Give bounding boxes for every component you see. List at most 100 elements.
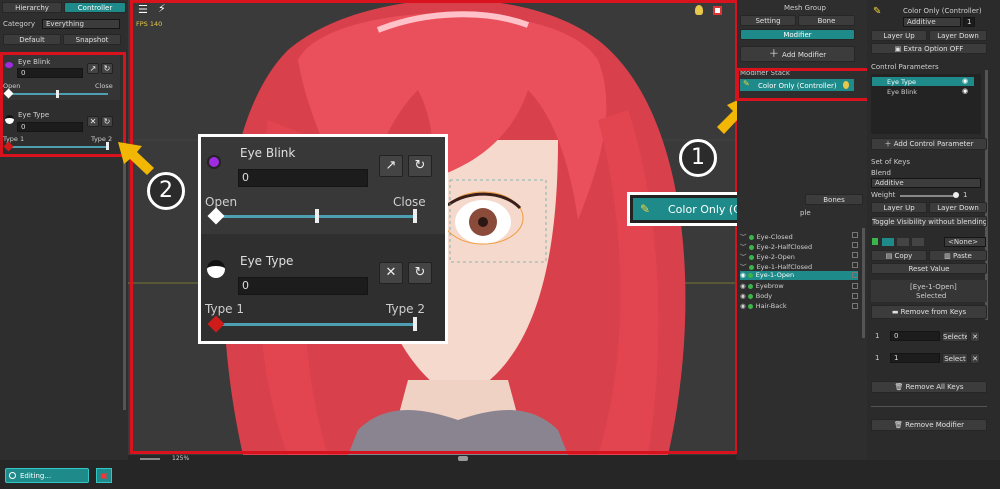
trash-icon: 🗑: [894, 383, 906, 391]
eye-visibility-icon[interactable]: ◉: [740, 302, 748, 310]
callout-eye-blink-value[interactable]: 0: [238, 169, 368, 187]
blend-mode-select[interactable]: Additive: [903, 17, 961, 27]
horizontal-scrollbar[interactable]: [458, 456, 468, 461]
none-select[interactable]: <None>: [944, 237, 986, 247]
tree-row-2[interactable]: ︶ Eye-2-Open: [740, 251, 858, 261]
mesh-group-title: Mesh Group: [784, 4, 826, 12]
callout-eye-type-value[interactable]: 0: [238, 277, 368, 295]
editing-button[interactable]: Editing...: [5, 468, 89, 483]
weight-label: Weight: [871, 191, 896, 199]
eye-visibility-icon[interactable]: ◉: [740, 271, 748, 279]
bone-label: Bone: [817, 17, 836, 25]
extra-option-label: Extra Option OFF: [903, 45, 964, 53]
blend-select[interactable]: Additive: [871, 178, 981, 188]
eye-visibility-icon[interactable]: ︶: [740, 263, 749, 271]
callout-eye-type-max: Type 2: [386, 302, 426, 316]
callout-eye-type-name: Eye Type: [240, 254, 294, 268]
mid-scrollbar[interactable]: [862, 228, 865, 338]
copy-button[interactable]: ▤ Copy: [871, 250, 927, 261]
plus-icon: ＋: [768, 49, 783, 60]
tree-row-1[interactable]: ︶ Eye-2-HalfClosed: [740, 241, 858, 251]
modifier-button[interactable]: Modifier: [740, 29, 855, 40]
reset-value-button[interactable]: Reset Value: [871, 263, 987, 274]
callout-eye-blink-handle-mid[interactable]: [315, 209, 319, 223]
tree-row-7[interactable]: ◉ Hair-Back: [740, 302, 858, 311]
tree-label: Eye-2-Open: [756, 253, 795, 261]
key-row2-value[interactable]: 1: [890, 353, 940, 363]
key-row2-select-button[interactable]: Select: [942, 353, 968, 364]
eye-visibility-icon[interactable]: ︶: [740, 253, 749, 261]
remove-all-keys-button[interactable]: 🗑 Remove All Keys: [871, 381, 987, 393]
add-modifier-button[interactable]: ＋ Add Modifier: [740, 46, 855, 62]
set-of-keys-label: Set of Keys: [871, 158, 911, 166]
paste-label: Paste: [952, 252, 972, 260]
blend-number[interactable]: 1: [963, 17, 975, 27]
key-row2-close-icon[interactable]: ✕: [970, 353, 980, 364]
bone-button[interactable]: Bone: [798, 15, 855, 26]
mode-toggle-2[interactable]: [897, 238, 909, 246]
mode-toggle-1[interactable]: [882, 238, 894, 246]
callout-eye-blink-handle-end[interactable]: [413, 209, 417, 223]
key-row1-value[interactable]: 0: [890, 331, 940, 341]
add-control-param-label: Add Control Parameter: [893, 140, 974, 148]
category-select[interactable]: Everything: [42, 19, 120, 29]
layer-down-button[interactable]: Layer Down: [929, 30, 987, 41]
tree-label: Eyebrow: [755, 282, 784, 290]
bones-tab[interactable]: Bones: [805, 194, 863, 205]
modifier-label: Modifier: [783, 31, 812, 39]
record-icon: [9, 472, 16, 479]
remove-from-keys-button[interactable]: ▬ Remove from Keys: [871, 305, 987, 319]
callout-eye-blink-reset-icon[interactable]: ↻: [408, 155, 432, 177]
tree-label: Eye-1-Open: [755, 271, 795, 279]
tree-row-4[interactable]: ◉ Eye-1-Open: [740, 271, 858, 280]
layer-down-keys-button[interactable]: Layer Down: [929, 202, 987, 213]
add-control-param-button[interactable]: ＋ Add Control Parameter: [871, 138, 987, 150]
color-swatch[interactable]: [872, 238, 878, 245]
snapshot-button[interactable]: Snapshot: [63, 34, 121, 45]
callout-eye-blink-name: Eye Blink: [240, 146, 296, 160]
tree-row-3[interactable]: ︶ Eye-1-HalfClosed: [740, 261, 858, 271]
param-eye-blink-visibility-icon[interactable]: ◉: [962, 87, 968, 95]
tab-hierarchy[interactable]: Hierarchy: [2, 2, 62, 13]
default-button[interactable]: Default: [3, 34, 61, 45]
zoom-slider[interactable]: [140, 458, 160, 460]
callout-eye-type-icon: [207, 260, 225, 278]
layer-up-button[interactable]: Layer Up: [871, 30, 927, 41]
eye-visibility-icon[interactable]: ◉: [740, 292, 748, 300]
arrow-2-icon: [118, 142, 154, 175]
key-row1-select-button[interactable]: Selecte: [942, 331, 968, 342]
eye-visibility-icon[interactable]: ︶: [740, 233, 749, 241]
weight-slider[interactable]: [900, 195, 955, 197]
callout-eye-type-reset-icon[interactable]: ↻: [408, 262, 432, 284]
selected-key-label: Selected: [916, 292, 947, 300]
eye-visibility-icon[interactable]: ︶: [740, 243, 749, 251]
tree-label: Eye-Closed: [756, 233, 793, 241]
param-eye-type-visibility-icon[interactable]: ◉: [962, 77, 968, 85]
tree-row-6[interactable]: ◉ Body: [740, 292, 858, 301]
param-label-eye-type: Eye Type: [887, 78, 916, 86]
setting-button[interactable]: Setting: [740, 15, 796, 26]
tree-row-5[interactable]: ◉ Eyebrow: [740, 282, 858, 291]
layer-up-keys-button[interactable]: Layer Up: [871, 202, 927, 213]
paste-button[interactable]: ▥ Paste: [929, 250, 987, 261]
tab-controller[interactable]: Controller: [64, 2, 126, 13]
remove-modifier-button[interactable]: 🗑 Remove Modifier: [871, 419, 987, 431]
lock-icon[interactable]: ▣: [96, 468, 112, 483]
callout-eye-type-slider[interactable]: [216, 323, 416, 326]
key-row1-close-icon[interactable]: ✕: [970, 331, 980, 342]
eye-visibility-icon[interactable]: ◉: [740, 282, 748, 290]
modifier-title-icon: ✎: [873, 6, 882, 17]
callout-eye-type-handle[interactable]: [413, 317, 417, 331]
weight-slider-knob[interactable]: [953, 192, 959, 198]
editing-label: Editing...: [20, 472, 52, 480]
add-modifier-label: Add Modifier: [782, 51, 827, 59]
left-scrollbar[interactable]: [123, 160, 126, 410]
extra-option-button[interactable]: ▣ Extra Option OFF: [871, 43, 987, 54]
callout-eye-blink-link-icon[interactable]: ↗: [379, 155, 403, 177]
callout-eye-type-close-icon[interactable]: ✕: [379, 262, 403, 284]
tree-row-0[interactable]: ︶ Eye-Closed: [740, 231, 858, 241]
toggle-visibility-button[interactable]: Toggle Visibility without blending: [871, 216, 987, 227]
minus-icon: ▬: [891, 308, 901, 316]
mode-toggle-3[interactable]: [912, 238, 924, 246]
callout-eye-blink-icon: [207, 155, 221, 169]
